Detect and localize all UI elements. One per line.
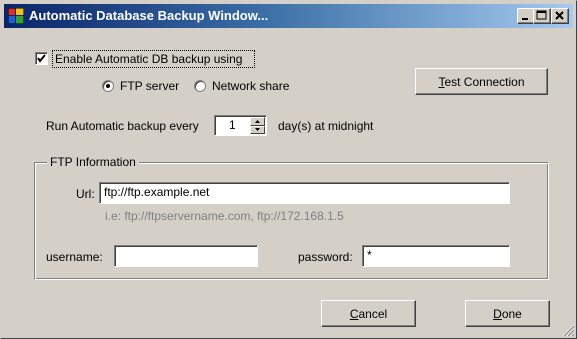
url-label: Url: (76, 187, 95, 201)
password-label: password: (298, 250, 353, 264)
done-label: Done (493, 306, 522, 321)
url-input[interactable]: ftp://ftp.example.net (99, 182, 510, 204)
password-input[interactable]: * (362, 245, 510, 267)
spin-up-button[interactable] (250, 117, 265, 126)
username-input[interactable] (114, 245, 258, 267)
window-title: Automatic Database Backup Window... (29, 8, 269, 23)
radio-selected-dot (106, 84, 110, 88)
close-button[interactable] (551, 8, 569, 24)
maximize-icon (536, 10, 547, 20)
backup-window: Automatic Database Backup Window... Enab… (0, 0, 577, 339)
ftp-information-legend: FTP Information (47, 155, 139, 169)
spin-down-icon (255, 128, 260, 131)
cancel-button[interactable]: Cancel (321, 300, 416, 327)
close-icon (555, 11, 564, 20)
password-value[interactable]: * (367, 248, 372, 262)
spin-down-button[interactable] (250, 126, 265, 134)
username-label: username: (46, 250, 103, 264)
url-value[interactable]: ftp://ftp.example.net (104, 185, 209, 199)
minimize-icon (522, 18, 528, 20)
resize-grip-icon[interactable] (561, 323, 575, 337)
done-button[interactable]: Done (465, 300, 550, 327)
network-share-radio[interactable] (194, 80, 206, 92)
app-icon (8, 8, 24, 24)
check-icon (37, 54, 46, 63)
test-connection-label: Test Connection (438, 74, 525, 89)
spin-up-icon (255, 120, 260, 123)
enable-backup-checkbox[interactable] (35, 52, 48, 65)
days-value[interactable]: 1 (229, 118, 236, 132)
cancel-label: Cancel (349, 306, 388, 321)
ftp-server-radio[interactable] (102, 80, 114, 92)
network-share-label[interactable]: Network share (212, 79, 289, 93)
schedule-suffix: day(s) at midnight (278, 119, 374, 133)
url-hint: i.e: ftp://ftpservername.com, ftp://172.… (105, 209, 344, 223)
test-connection-button[interactable]: Test Connection (415, 68, 548, 95)
enable-backup-label[interactable]: Enable Automatic DB backup using (55, 52, 242, 66)
schedule-prefix: Run Automatic backup every (46, 119, 199, 133)
maximize-button[interactable] (533, 8, 551, 24)
days-spinner[interactable]: 1 (214, 115, 267, 136)
ftp-server-label[interactable]: FTP server (120, 79, 179, 93)
title-bar[interactable]: Automatic Database Backup Window... (4, 4, 573, 28)
